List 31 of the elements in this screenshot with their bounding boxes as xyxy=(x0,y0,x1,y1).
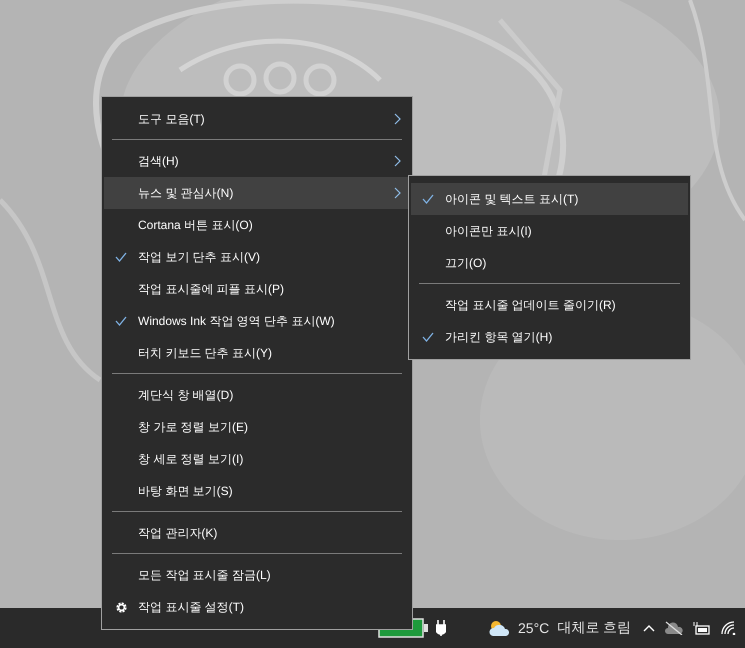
battery-plug-icon[interactable] xyxy=(693,621,712,635)
menu-item[interactable]: 터치 키보드 단추 표시(Y) xyxy=(104,337,410,369)
menu-item[interactable]: 모든 작업 표시줄 잠금(L) xyxy=(104,559,410,591)
plug-icon[interactable] xyxy=(436,620,446,636)
menu-item[interactable]: Cortana 버튼 표시(O) xyxy=(104,209,410,241)
menu-item[interactable]: Windows Ink 작업 영역 단추 표시(W) xyxy=(104,305,410,337)
menu-item[interactable]: 도구 모음(T) xyxy=(104,103,410,135)
menu-item[interactable]: 아이콘만 표시(I) xyxy=(411,215,688,247)
menu-item[interactable]: 검색(H) xyxy=(104,145,410,177)
menu-item[interactable]: 뉴스 및 관심사(N) xyxy=(104,177,410,209)
menu-item[interactable]: 바탕 화면 보기(S) xyxy=(104,475,410,507)
menu-item[interactable]: 작업 보기 단추 표시(V) xyxy=(104,241,410,273)
menu-item[interactable]: 아이콘 및 텍스트 표시(T) xyxy=(411,183,688,215)
menu-item[interactable]: 작업 표시줄 업데이트 줄이기(R) xyxy=(411,289,688,321)
settings-icon xyxy=(114,600,128,614)
chevron-right-icon xyxy=(394,187,401,199)
menu-item[interactable]: 창 가로 정렬 보기(E) xyxy=(104,411,410,443)
chevron-up-icon[interactable] xyxy=(643,624,656,632)
chevron-right-icon xyxy=(394,113,401,125)
menu-item[interactable]: 계단식 창 배열(D) xyxy=(104,379,410,411)
menu-item[interactable]: 가리킨 항목 열기(H) xyxy=(411,321,688,353)
weather-button[interactable]: 25°C 대체로 흐림 xyxy=(486,615,634,641)
menu-item[interactable]: 작업 표시줄에 피플 표시(P) xyxy=(104,273,410,305)
menu-item[interactable]: 끄기(O) xyxy=(411,247,688,279)
menu-item[interactable]: 작업 표시줄 설정(T) xyxy=(104,591,410,623)
cloud-off-icon[interactable] xyxy=(665,621,684,635)
menu-item[interactable]: 창 세로 정렬 보기(I) xyxy=(104,443,410,475)
wifi-icon[interactable] xyxy=(721,621,738,635)
chevron-right-icon xyxy=(394,155,401,167)
cloud-sun-icon xyxy=(488,619,510,637)
menu-item[interactable]: 작업 관리자(K) xyxy=(104,517,410,549)
